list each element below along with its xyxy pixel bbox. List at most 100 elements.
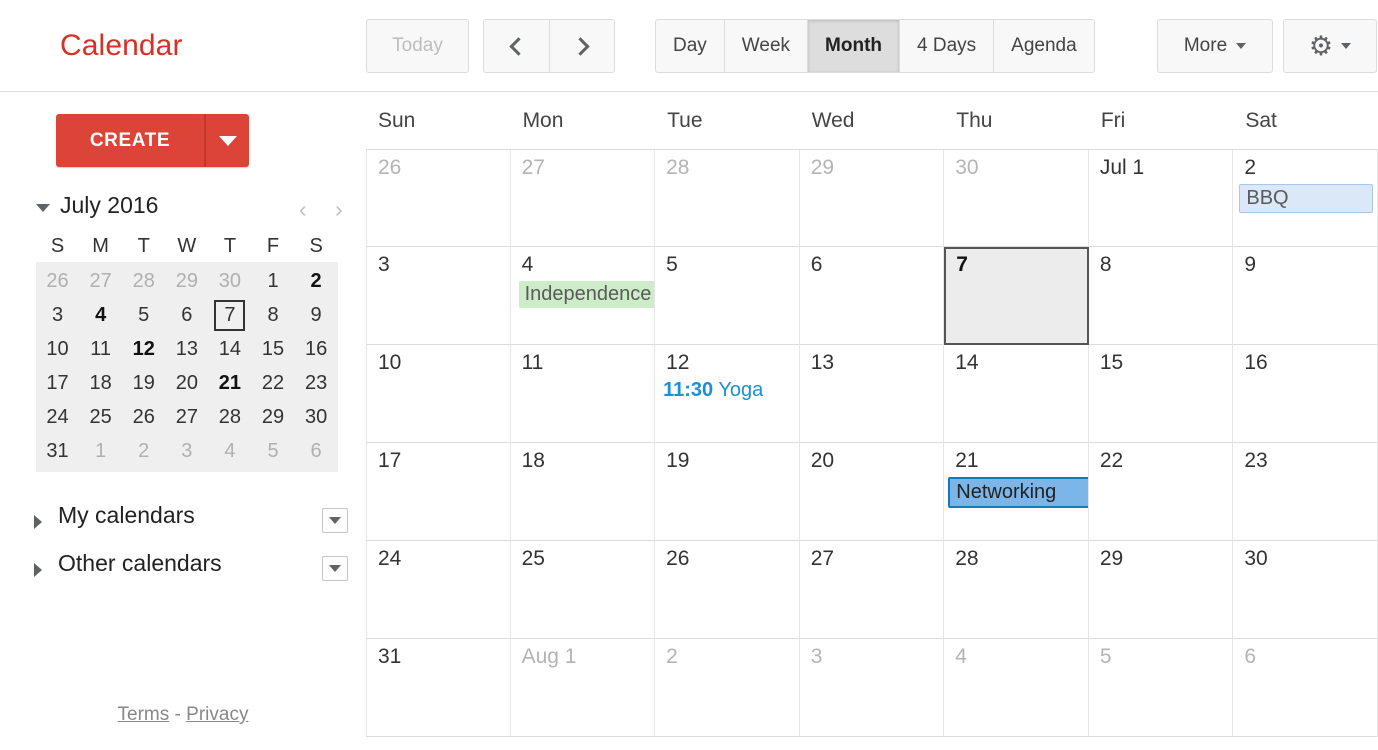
privacy-link[interactable]: Privacy	[186, 704, 248, 725]
mini-calendar-day[interactable]: 30	[208, 264, 251, 298]
day-cell[interactable]: 26	[655, 541, 800, 639]
day-cell[interactable]: 9	[1233, 247, 1378, 345]
day-cell[interactable]: 13	[799, 345, 945, 443]
mini-calendar-day[interactable]: 5	[251, 434, 294, 468]
day-cell[interactable]: Jul 1	[1088, 150, 1234, 247]
mini-calendar-day[interactable]: 22	[251, 366, 294, 400]
day-cell[interactable]: 20	[799, 443, 945, 541]
day-cell[interactable]: 8	[1088, 247, 1234, 345]
day-cell[interactable]: 4 Independence Day	[510, 247, 656, 345]
mini-calendar-day[interactable]: 29	[165, 264, 208, 298]
mini-calendar-day[interactable]: 6	[165, 298, 208, 332]
mini-calendar-day[interactable]: 2	[295, 264, 338, 298]
mini-calendar-day[interactable]: 19	[122, 366, 165, 400]
mini-calendar-day[interactable]: 27	[79, 264, 122, 298]
mini-calendar-day[interactable]: 10	[36, 332, 79, 366]
day-cell[interactable]: 26	[366, 150, 511, 247]
mini-calendar-day[interactable]: 29	[251, 400, 294, 434]
calendar-event[interactable]: BBQ	[1239, 184, 1374, 213]
settings-button[interactable]: ⚙	[1283, 19, 1377, 73]
mini-calendar-day[interactable]: 23	[295, 366, 338, 400]
mini-calendar-day[interactable]: 4	[79, 298, 122, 332]
day-cell[interactable]: 27	[510, 150, 656, 247]
next-period-button[interactable]	[549, 19, 615, 73]
mini-calendar-prev-button[interactable]: ‹	[299, 196, 307, 223]
day-cell[interactable]: 12 11:30 Yoga	[655, 345, 800, 443]
day-cell[interactable]: 5	[655, 247, 800, 345]
mini-calendar-next-button[interactable]: ›	[335, 196, 343, 223]
create-dropdown-button[interactable]	[204, 114, 249, 167]
other-calendars-label[interactable]: Other calendars	[58, 550, 222, 577]
day-cell[interactable]: 5	[1088, 639, 1234, 737]
mini-calendar-day[interactable]: 26	[36, 264, 79, 298]
mini-calendar-day[interactable]: 30	[295, 400, 338, 434]
chevron-right-icon[interactable]	[34, 515, 42, 529]
day-cell[interactable]: 3	[366, 247, 511, 345]
mini-calendar-day[interactable]: 4	[208, 434, 251, 468]
day-cell[interactable]: 17	[366, 443, 511, 541]
mini-calendar-day[interactable]: 1	[79, 434, 122, 468]
mini-calendar-day[interactable]: 16	[295, 332, 338, 366]
mini-calendar-day[interactable]: 26	[122, 400, 165, 434]
previous-period-button[interactable]	[483, 19, 549, 73]
mini-calendar-day[interactable]: 25	[79, 400, 122, 434]
mini-calendar-day[interactable]: 7	[208, 298, 251, 332]
tab-4-days[interactable]: 4 Days	[899, 19, 994, 73]
day-cell[interactable]: 25	[510, 541, 656, 639]
day-cell[interactable]: 15	[1088, 345, 1234, 443]
other-calendars-options-button[interactable]	[322, 556, 348, 581]
mini-calendar-day[interactable]: 6	[295, 434, 338, 468]
day-cell[interactable]: Aug 1	[510, 639, 656, 737]
terms-link[interactable]: Terms	[118, 704, 170, 725]
tab-week[interactable]: Week	[723, 19, 808, 73]
day-cell[interactable]: 31	[366, 639, 511, 737]
mini-calendar-day[interactable]: 9	[295, 298, 338, 332]
mini-calendar-day[interactable]: 14	[208, 332, 251, 366]
day-cell[interactable]: 28	[944, 541, 1089, 639]
day-cell[interactable]: 29	[1088, 541, 1234, 639]
mini-calendar-collapse-icon[interactable]	[36, 204, 50, 212]
mini-calendar-day[interactable]: 13	[165, 332, 208, 366]
day-cell-today[interactable]: 7	[944, 247, 1089, 345]
day-cell[interactable]: 6	[799, 247, 945, 345]
mini-calendar-day[interactable]: 27	[165, 400, 208, 434]
mini-calendar-day[interactable]: 12	[122, 332, 165, 366]
mini-calendar-day[interactable]: 3	[165, 434, 208, 468]
day-cell[interactable]: 11	[510, 345, 656, 443]
mini-calendar-day[interactable]: 28	[122, 264, 165, 298]
mini-calendar-day[interactable]: 2	[122, 434, 165, 468]
mini-calendar-day[interactable]: 28	[208, 400, 251, 434]
day-cell[interactable]: 21 Networking	[944, 443, 1089, 541]
day-cell[interactable]: 2 BBQ	[1233, 150, 1378, 247]
day-cell[interactable]: 30	[944, 150, 1089, 247]
day-cell[interactable]: 3	[799, 639, 945, 737]
day-cell[interactable]: 22	[1088, 443, 1234, 541]
mini-calendar-day[interactable]: 21	[208, 366, 251, 400]
mini-calendar-day[interactable]: 3	[36, 298, 79, 332]
day-cell[interactable]: 27	[799, 541, 945, 639]
mini-calendar-day[interactable]: 5	[122, 298, 165, 332]
calendar-event[interactable]: Networking	[948, 477, 1088, 508]
day-cell[interactable]: 2	[655, 639, 800, 737]
tab-month[interactable]: Month	[807, 19, 900, 73]
mini-calendar-day[interactable]: 8	[251, 298, 294, 332]
create-button[interactable]: CREATE	[56, 114, 204, 167]
day-cell[interactable]: 18	[510, 443, 656, 541]
mini-calendar-day[interactable]: 18	[79, 366, 122, 400]
day-cell[interactable]: 30	[1233, 541, 1378, 639]
day-cell[interactable]: 24	[366, 541, 511, 639]
day-cell[interactable]: 4	[944, 639, 1089, 737]
chevron-right-icon[interactable]	[34, 563, 42, 577]
today-button[interactable]: Today	[366, 19, 469, 73]
calendar-event[interactable]: Independence Day	[518, 281, 655, 308]
day-cell[interactable]: 28	[655, 150, 800, 247]
tab-agenda[interactable]: Agenda	[993, 19, 1095, 73]
more-menu-button[interactable]: More	[1157, 19, 1273, 73]
day-cell[interactable]: 6	[1233, 639, 1378, 737]
mini-calendar-day[interactable]: 11	[79, 332, 122, 366]
day-cell[interactable]: 23	[1233, 443, 1378, 541]
day-cell[interactable]: 29	[799, 150, 945, 247]
mini-calendar-day[interactable]: 15	[251, 332, 294, 366]
calendar-event[interactable]: 11:30 Yoga	[663, 379, 763, 402]
day-cell[interactable]: 16	[1233, 345, 1378, 443]
